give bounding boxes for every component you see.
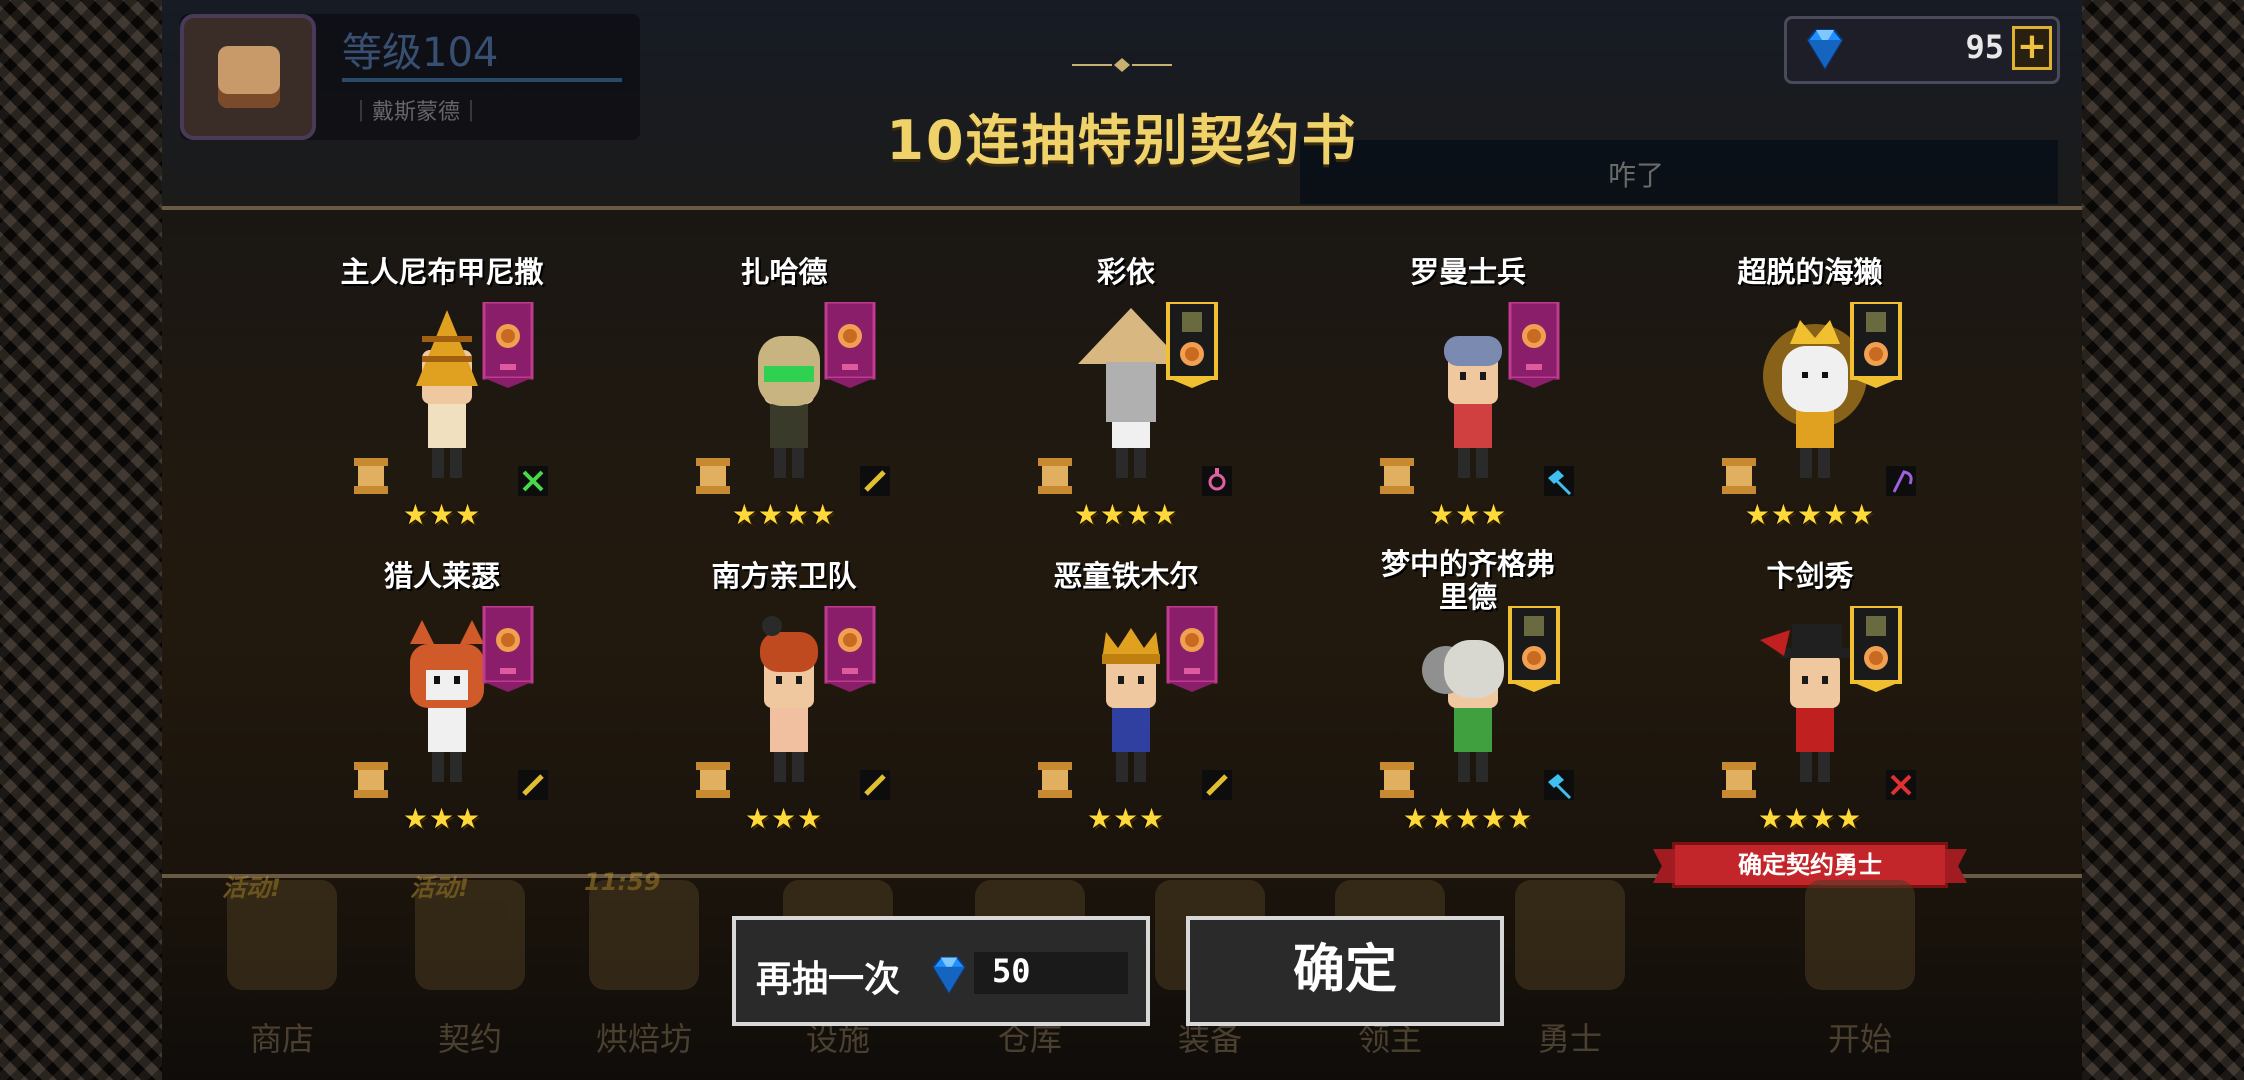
class-banner-icon: [482, 606, 534, 692]
cross-icon: [518, 466, 548, 496]
hero-card[interactable]: 罗曼士兵 ★★★: [1348, 206, 1588, 531]
nav-item[interactable]: 开始: [1800, 880, 1920, 1060]
hero-stars: ★★★★★: [1402, 802, 1534, 835]
gem-count: 95: [1965, 28, 2004, 66]
scroll-icon: [1380, 762, 1414, 798]
hero-name: 主人尼布甲尼撒: [340, 255, 544, 289]
confirm-button[interactable]: 确定: [1186, 916, 1504, 1026]
diamond-icon: [932, 956, 966, 995]
hero-card[interactable]: 扎哈德 ★★★★: [664, 206, 904, 531]
hero-name: 罗曼士兵: [1409, 255, 1526, 289]
nav-badge: 11:59: [584, 868, 661, 896]
scroll-icon: [1380, 458, 1414, 494]
sword-icon: [860, 770, 890, 800]
hero-card[interactable]: 彩依 ★★★★: [1006, 206, 1246, 531]
gold-class-banner-icon: [1850, 606, 1902, 692]
nav-icon: [589, 880, 699, 990]
title-ornament: [1072, 58, 1172, 72]
hero-card[interactable]: 超脱的海獭 ★★★★★: [1690, 206, 1930, 531]
hero-card[interactable]: 恶童铁木尔 ★★★: [1006, 510, 1246, 835]
hero-card[interactable]: 主人尼布甲尼撒 ★★★: [322, 206, 562, 531]
hero-stars: ★★★: [1086, 802, 1166, 835]
hero-name: 彩依: [1096, 255, 1155, 289]
nav-item[interactable]: 活动! 商店: [222, 874, 342, 1060]
nav-badge: 活动!: [222, 874, 281, 902]
staff-icon: [1202, 466, 1232, 496]
hero-card[interactable]: 南方亲卫队 ★★★: [664, 510, 904, 835]
scroll-icon: [1038, 762, 1072, 798]
hero-name: 梦中的齐格弗里德: [1380, 547, 1555, 614]
nav-item[interactable]: 活动! 契约: [410, 874, 530, 1060]
axe-icon: [1544, 770, 1574, 800]
sword-icon: [518, 770, 548, 800]
axe-icon: [1544, 466, 1574, 496]
scroll-icon: [354, 762, 388, 798]
nav-label: 商店: [249, 1020, 314, 1058]
gold-class-banner-icon: [1508, 606, 1560, 692]
nav-label: 契约: [437, 1020, 502, 1058]
hero-name: 超脱的海獭: [1737, 255, 1883, 289]
scroll-icon: [1722, 762, 1756, 798]
nav-item[interactable]: 勇士: [1510, 880, 1630, 1060]
class-banner-icon: [482, 302, 534, 388]
nav-icon: [1805, 880, 1915, 990]
hero-name: 南方亲卫队: [711, 559, 857, 593]
hero-card[interactable]: 梦中的齐格弗里德 ★★★★★: [1348, 510, 1588, 835]
scroll-icon: [1722, 458, 1756, 494]
gold-class-banner-icon: [1166, 302, 1218, 388]
crossed-swords-icon: [1886, 770, 1916, 800]
gold-class-banner-icon: [1850, 302, 1902, 388]
scroll-icon: [354, 458, 388, 494]
hero-card[interactable]: 卞剑秀 ★★★★: [1690, 510, 1930, 835]
hero-stars: ★★★: [402, 802, 482, 835]
nav-label: 烘焙坊: [595, 1020, 692, 1058]
sword-icon: [1202, 770, 1232, 800]
hero-name: 扎哈德: [740, 255, 828, 289]
diamond-icon: [1806, 29, 1844, 70]
hero-name: 猎人莱瑟: [383, 559, 500, 593]
draw-again-cost: 50: [992, 952, 1031, 990]
scroll-icon: [696, 762, 730, 798]
contract-title: 10连抽特别契约书: [886, 109, 1358, 172]
hero-card[interactable]: 猎人莱瑟 ★★★: [322, 510, 562, 835]
class-banner-icon: [1166, 606, 1218, 692]
nav-label: 开始: [1827, 1020, 1892, 1058]
draw-again-label: 再抽一次: [756, 959, 901, 1000]
scroll-icon: [696, 458, 730, 494]
scroll-icon: [1038, 458, 1072, 494]
hero-stars: ★★★: [744, 802, 824, 835]
hero-name: 恶童铁木尔: [1053, 559, 1199, 593]
nav-item[interactable]: 11:59 烘焙坊: [584, 868, 704, 1060]
player-level: 等级104: [342, 30, 499, 76]
sword-icon: [860, 466, 890, 496]
class-banner-icon: [824, 302, 876, 388]
class-banner-icon: [1508, 302, 1560, 388]
nav-icon: [1515, 880, 1625, 990]
hero-name: 卞剑秀: [1766, 559, 1854, 593]
scythe-icon: [1886, 466, 1916, 496]
class-banner-icon: [824, 606, 876, 692]
level-progress-bar: [342, 78, 622, 82]
hero-stars: ★★★★: [1757, 802, 1863, 835]
add-gems-button[interactable]: +: [2012, 26, 2052, 70]
nav-label: 勇士: [1537, 1020, 1602, 1058]
nav-badge: 活动!: [410, 874, 469, 902]
draw-again-button[interactable]: 再抽一次 50: [732, 916, 1150, 1026]
